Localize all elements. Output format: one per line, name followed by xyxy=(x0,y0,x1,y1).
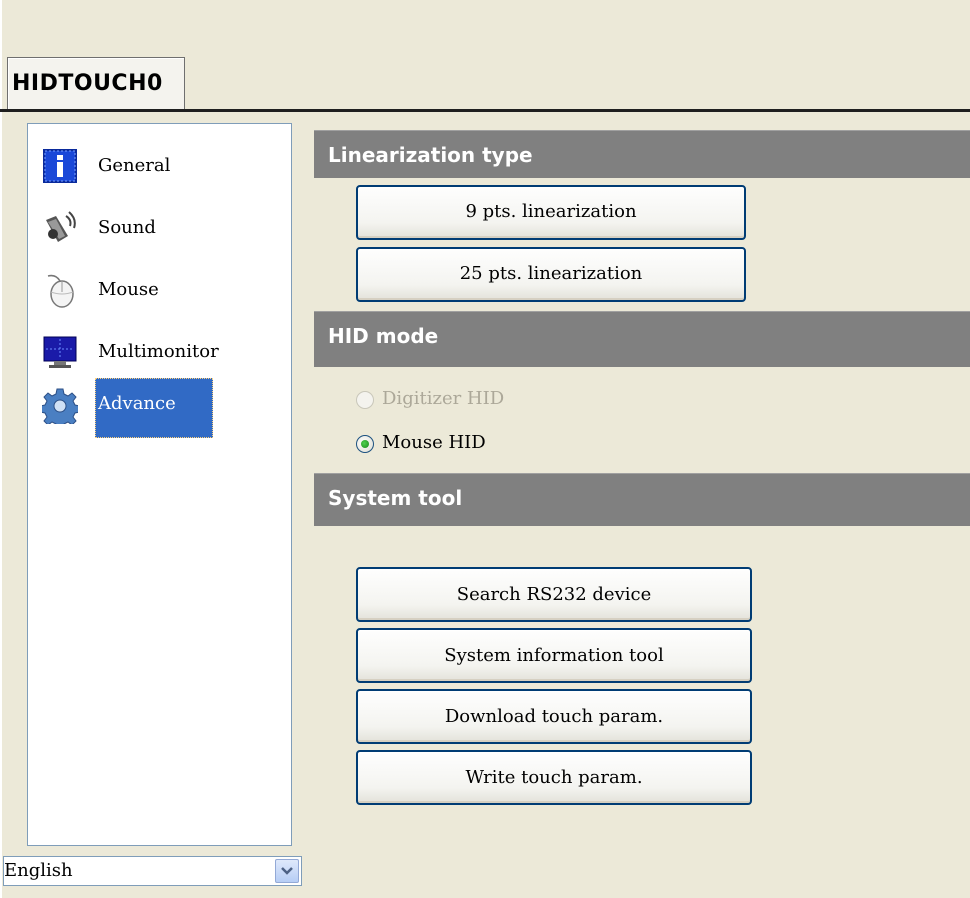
linearization-header: Linearization type xyxy=(314,130,970,178)
sidebar-item-multimonitor[interactable]: Multimonitor xyxy=(28,334,291,382)
chevron-down-icon[interactable] xyxy=(275,859,299,883)
monitor-icon xyxy=(42,334,78,370)
sidebar-item-label: Multimonitor xyxy=(98,341,219,362)
system-tool-header: System tool xyxy=(314,473,970,526)
radio-button[interactable] xyxy=(356,435,374,453)
mouse-icon xyxy=(42,272,78,308)
button-label: 9 pts. linearization xyxy=(465,201,637,222)
device-tab[interactable]: HIDTOUCH0 xyxy=(7,57,185,109)
tab-divider xyxy=(0,109,970,112)
sidebar-item-label: Sound xyxy=(98,217,156,238)
category-sidebar: General Sound Mouse Multimonitor Advance xyxy=(27,123,292,846)
window-edge xyxy=(0,0,2,898)
sidebar-item-advance[interactable]: Advance xyxy=(28,378,291,438)
speaker-icon xyxy=(42,210,78,246)
gear-icon xyxy=(39,388,81,430)
sidebar-item-mouse[interactable]: Mouse xyxy=(28,272,291,320)
radio-label: Digitizer HID xyxy=(382,388,505,409)
nine-point-linearization-button[interactable]: 9 pts. linearization xyxy=(356,185,746,240)
button-label: Download touch param. xyxy=(444,706,664,727)
download-touch-param-button[interactable]: Download touch param. xyxy=(356,689,752,744)
button-label: Search RS232 device xyxy=(456,584,652,605)
sidebar-item-general[interactable]: General xyxy=(28,148,291,196)
language-select[interactable]: English xyxy=(3,856,302,886)
button-label: Write touch param. xyxy=(465,767,643,788)
sidebar-item-label: Mouse xyxy=(98,279,159,300)
hid-mode-header: HID mode xyxy=(314,311,970,367)
radio-button[interactable] xyxy=(356,391,374,409)
button-label: System information tool xyxy=(444,645,664,666)
radio-checked-dot xyxy=(361,440,369,448)
search-rs232-device-button[interactable]: Search RS232 device xyxy=(356,567,752,622)
twentyfive-point-linearization-button[interactable]: 25 pts. linearization xyxy=(356,247,746,302)
sidebar-item-label: General xyxy=(98,155,171,176)
radio-label: Mouse HID xyxy=(382,432,486,453)
button-label: 25 pts. linearization xyxy=(459,263,643,284)
language-value: English xyxy=(4,860,73,881)
sidebar-item-sound[interactable]: Sound xyxy=(28,210,291,258)
info-icon xyxy=(42,148,78,184)
sidebar-item-label: Advance xyxy=(95,378,213,438)
write-touch-param-button[interactable]: Write touch param. xyxy=(356,750,752,805)
system-information-tool-button[interactable]: System information tool xyxy=(356,628,752,683)
